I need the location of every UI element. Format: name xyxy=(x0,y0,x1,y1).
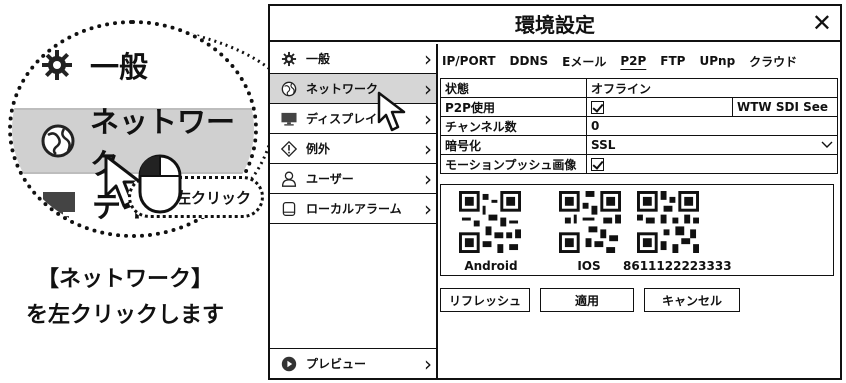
warning-icon xyxy=(280,140,298,158)
qr-label-device-id: 8611122223333 xyxy=(623,259,732,273)
left-click-label: 左クリック xyxy=(175,188,251,207)
zoom-item-general-label: 一般 xyxy=(90,50,149,84)
chevron-right-icon: › xyxy=(424,167,432,191)
settings-dialog: 環境設定 ✕ 一般 › ネットワーク › ディスプレイ › 例外 › ユーザー … xyxy=(268,4,842,380)
sidebar-item-label: ローカルアラーム xyxy=(306,202,402,216)
chevron-right-icon: › xyxy=(424,47,432,71)
sidebar-item-label: ネットワーク xyxy=(306,82,379,96)
p2p-enable-cell xyxy=(586,97,733,117)
globe-icon xyxy=(40,122,76,160)
zoom-item-general: 一般 xyxy=(38,44,254,86)
gear-icon xyxy=(280,50,298,68)
motion-push-cell xyxy=(586,154,838,174)
refresh-button[interactable]: リフレッシュ xyxy=(440,288,530,312)
storage-icon xyxy=(280,200,298,218)
monitor-icon xyxy=(280,110,298,128)
sidebar-item-label: 一般 xyxy=(306,52,331,66)
channels-label: チャンネル数 xyxy=(440,116,587,136)
sidebar-item-label: ディスプレイ xyxy=(306,112,378,126)
tab-email[interactable]: Eメール xyxy=(562,53,606,70)
channels-value: 0 xyxy=(586,116,838,136)
zoom-illustration: 一般 ネットワーク テイ 左クリック 【ネットワーク】 を左クリックします xyxy=(0,0,280,383)
qr-label-android: Android xyxy=(464,259,518,273)
tab-ftp[interactable]: FTP xyxy=(660,54,685,68)
table-row: モーションプッシュ画像 xyxy=(440,154,838,174)
sidebar-item-label: 例外 xyxy=(306,142,331,156)
encryption-value: SSL xyxy=(591,138,616,152)
instruction-line-1: 【ネットワーク】 xyxy=(36,267,213,292)
status-label: 状態 xyxy=(440,78,587,98)
dialog-title: 環境設定 xyxy=(515,12,595,37)
p2p-enable-label: P2P使用 xyxy=(440,97,587,117)
tab-cloud[interactable]: クラウド xyxy=(749,53,797,70)
apply-button[interactable]: 適用 xyxy=(540,288,634,312)
status-value: オフライン xyxy=(586,78,838,98)
sidebar-item-local-alarm[interactable]: ローカルアラーム › xyxy=(270,194,436,224)
encryption-label: 暗号化 xyxy=(440,135,587,155)
tab-bar: IP/PORT DDNS Eメール P2P FTP UPnp クラウド xyxy=(440,44,840,78)
p2p-settings-table: 状態 オフライン P2P使用 WTW SDI See チャンネル数 0 暗号化 … xyxy=(440,78,838,174)
play-icon xyxy=(280,355,298,373)
gear-icon xyxy=(38,46,76,84)
close-icon[interactable]: ✕ xyxy=(812,10,832,36)
chevron-right-icon: › xyxy=(424,352,432,376)
table-row: P2P使用 WTW SDI See xyxy=(440,97,838,117)
instruction-line-2: を左クリックします xyxy=(25,303,224,328)
app-name: WTW SDI See xyxy=(732,97,838,117)
mouse-icon xyxy=(138,154,182,214)
chevron-right-icon: › xyxy=(424,197,432,221)
title-bar: 環境設定 ✕ xyxy=(270,6,840,42)
instruction-text: 【ネットワーク】 を左クリックします xyxy=(0,262,250,334)
sidebar-item-general[interactable]: 一般 › xyxy=(270,44,436,74)
chevron-right-icon: › xyxy=(424,137,432,161)
p2p-enable-checkbox[interactable] xyxy=(591,101,604,114)
tab-upnp[interactable]: UPnp xyxy=(699,54,735,68)
table-row: 暗号化 SSL xyxy=(440,135,838,155)
qr-code-ios xyxy=(559,191,621,253)
tab-p2p[interactable]: P2P xyxy=(620,54,646,68)
qr-code-android xyxy=(459,191,521,253)
cursor-arrow-icon xyxy=(377,91,406,132)
tab-ddns[interactable]: DDNS xyxy=(510,54,549,68)
motion-push-checkbox[interactable] xyxy=(591,158,604,171)
cancel-button[interactable]: キャンセル xyxy=(644,288,740,312)
settings-main: IP/PORT DDNS Eメール P2P FTP UPnp クラウド 状態 オ… xyxy=(440,44,840,378)
table-row: 状態 オフライン xyxy=(440,78,838,98)
tab-ip-port[interactable]: IP/PORT xyxy=(442,54,496,68)
sidebar-item-label: ユーザー xyxy=(306,172,354,186)
table-row: チャンネル数 0 xyxy=(440,116,838,136)
sidebar-item-preview[interactable]: プレビュー › xyxy=(270,348,436,378)
qr-code-panel: Android IOS 8611122223333 xyxy=(440,184,834,276)
chevron-right-icon: › xyxy=(424,107,432,131)
chevron-right-icon: › xyxy=(424,77,432,101)
sidebar-item-user[interactable]: ユーザー › xyxy=(270,164,436,194)
sidebar-item-exception[interactable]: 例外 › xyxy=(270,134,436,164)
monitor-icon xyxy=(40,186,78,224)
encryption-select[interactable]: SSL xyxy=(586,135,838,155)
chevron-down-icon xyxy=(821,141,833,148)
qr-code-device xyxy=(637,191,699,253)
sidebar-item-label: プレビュー xyxy=(306,357,367,371)
user-icon xyxy=(280,170,298,188)
settings-sidebar: 一般 › ネットワーク › ディスプレイ › 例外 › ユーザー › ローカルア… xyxy=(270,44,438,378)
motion-push-label: モーションプッシュ画像 xyxy=(440,154,587,174)
globe-icon xyxy=(280,80,298,98)
action-buttons: リフレッシュ 適用 キャンセル xyxy=(440,288,840,312)
